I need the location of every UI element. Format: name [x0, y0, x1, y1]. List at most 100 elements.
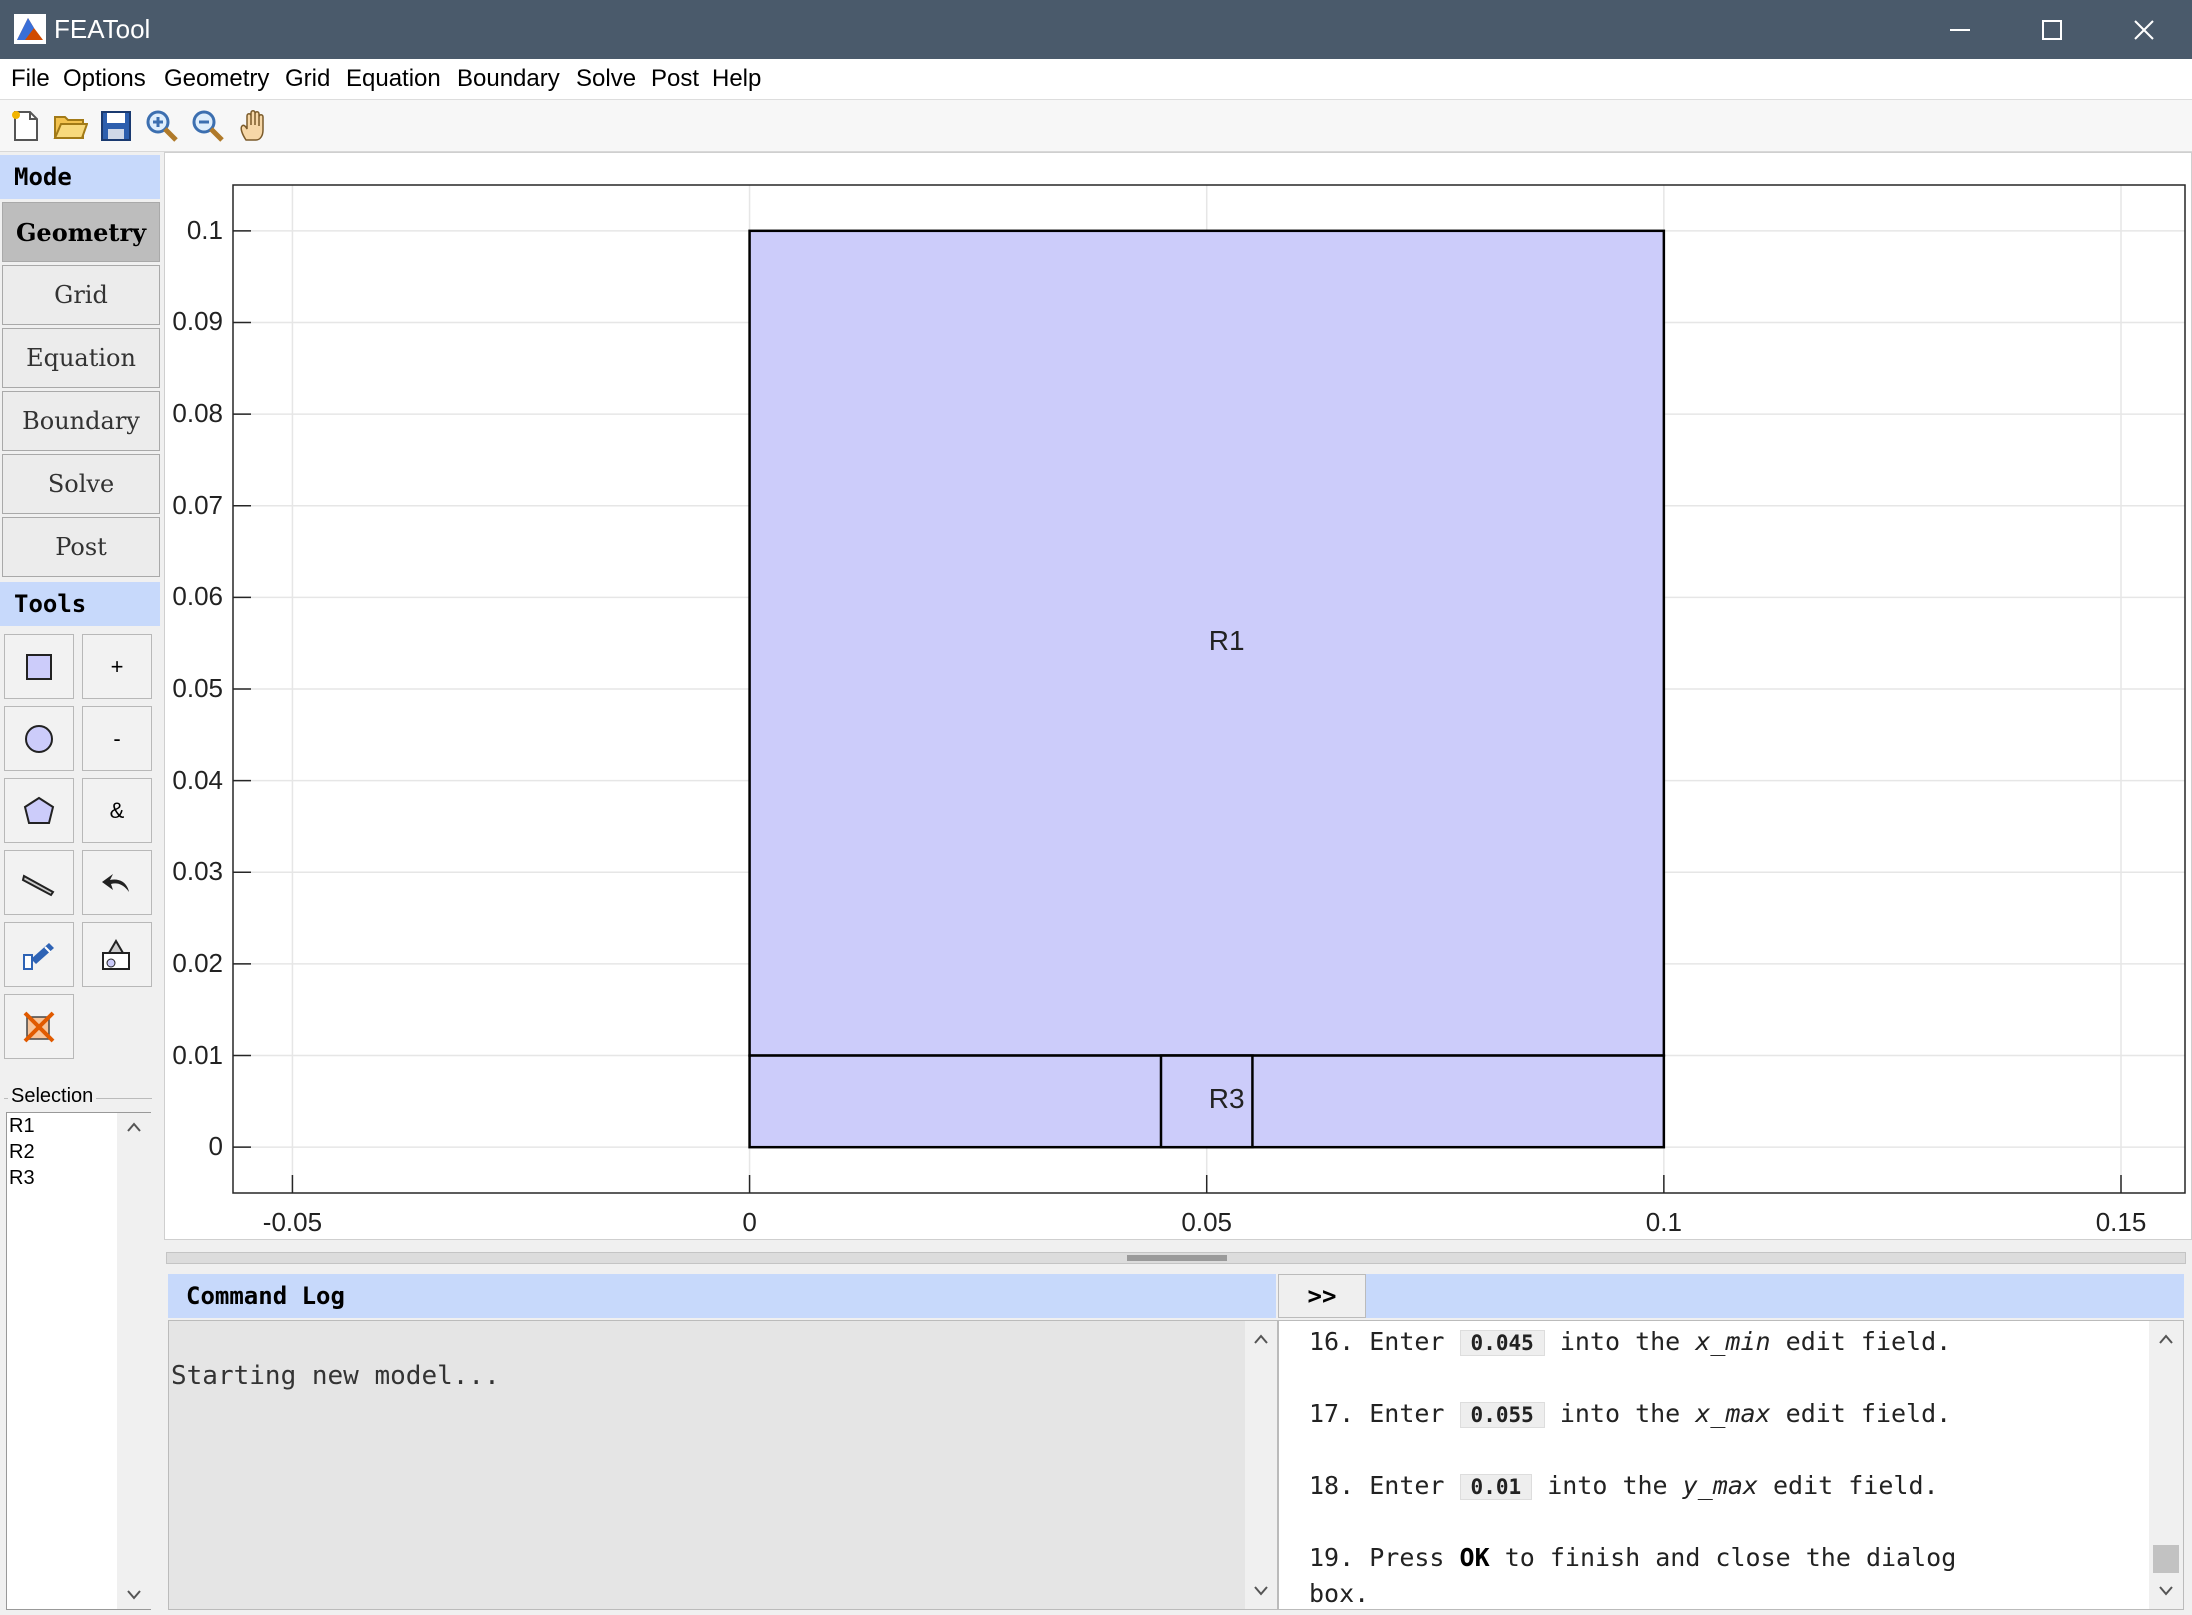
- geometry-plot[interactable]: [165, 153, 2191, 1239]
- mode-equation-button[interactable]: Equation: [2, 328, 160, 388]
- y-tick-label: 0.09: [172, 306, 223, 337]
- close-button[interactable]: [2098, 0, 2190, 59]
- mode-solve-button[interactable]: Solve: [2, 454, 160, 514]
- selection-item-r2[interactable]: R2: [9, 1139, 35, 1165]
- step-text: Enter: [1369, 1327, 1445, 1356]
- geometry-rect-r1[interactable]: [748, 229, 1666, 1057]
- pan-hand-icon[interactable]: [236, 108, 272, 144]
- delete-tool-button[interactable]: [4, 994, 74, 1059]
- menu-boundary[interactable]: Boundary: [455, 65, 562, 93]
- y-tick-label: 0: [208, 1131, 223, 1162]
- shape-label-r3: R3: [1208, 1083, 1245, 1115]
- polygon-tool-button[interactable]: [4, 778, 74, 843]
- mode-post-button[interactable]: Post: [2, 517, 160, 577]
- circle-tool-button[interactable]: [4, 706, 74, 771]
- tutorial-step-18: 18. Enter 0.01 into the y_max edit field…: [1309, 1471, 1939, 1500]
- step-value: 0.01: [1459, 1474, 1533, 1500]
- scroll-down-icon[interactable]: [2158, 1585, 2174, 1597]
- open-folder-icon[interactable]: [52, 108, 88, 144]
- mode-grid-button[interactable]: Grid: [2, 265, 160, 325]
- splitter-handle[interactable]: [1127, 1255, 1227, 1261]
- zoom-in-icon[interactable]: [144, 108, 180, 144]
- mode-boundary-button[interactable]: Boundary: [2, 391, 160, 451]
- selection-item-r3[interactable]: R3: [9, 1165, 35, 1191]
- maximize-button[interactable]: [2006, 0, 2098, 59]
- new-file-icon[interactable]: [8, 108, 44, 144]
- y-tick-label: 0.1: [186, 214, 223, 245]
- selection-item-r1[interactable]: R1: [9, 1113, 35, 1139]
- step-number: 17.: [1309, 1399, 1355, 1428]
- menu-grid[interactable]: Grid: [283, 65, 332, 93]
- expand-help-button[interactable]: >>: [1278, 1274, 1366, 1318]
- save-icon[interactable]: [98, 108, 134, 144]
- subtract-tool-button[interactable]: -: [82, 706, 152, 771]
- help-scrollbar[interactable]: [2149, 1321, 2183, 1609]
- mode-geometry-button[interactable]: Geometry: [2, 202, 160, 262]
- menu-solve[interactable]: Solve: [574, 65, 638, 93]
- command-log-line: Starting new model...: [171, 1361, 500, 1391]
- maximize-icon: [2042, 19, 2062, 40]
- step-number: 19.: [1309, 1543, 1355, 1572]
- geometry-shapes[interactable]: [748, 229, 1666, 1149]
- tutorial-step-19: 19. Press OK to finish and close the dia…: [1309, 1543, 1956, 1572]
- line-icon: [21, 873, 55, 896]
- circle-icon: [25, 724, 53, 753]
- scroll-up-icon[interactable]: [2158, 1333, 2174, 1345]
- y-tick-label: 0.01: [172, 1039, 223, 1070]
- menu-file[interactable]: File: [9, 65, 52, 93]
- line-tool-button[interactable]: [4, 850, 74, 915]
- edit-icon: [23, 942, 54, 970]
- menu-equation[interactable]: Equation: [344, 65, 443, 93]
- scroll-up-icon[interactable]: [1253, 1333, 1269, 1345]
- rectangle-tool-button[interactable]: [4, 634, 74, 699]
- union-tool-button[interactable]: +: [82, 634, 152, 699]
- delete-icon: [23, 1011, 55, 1042]
- step-variable: x_min: [1695, 1327, 1771, 1356]
- x-tick-label: 0.1: [1645, 1207, 1682, 1237]
- step-text: edit field.: [1785, 1399, 1952, 1428]
- mode-header: Mode: [0, 155, 160, 199]
- title-bar: FEATool: [0, 0, 2192, 59]
- menu-options[interactable]: Options: [61, 65, 148, 93]
- y-tick-label: 0.05: [172, 673, 223, 703]
- scroll-thumb[interactable]: [2153, 1545, 2179, 1573]
- zoom-out-icon[interactable]: [190, 108, 226, 144]
- step-value: 0.045: [1459, 1330, 1545, 1356]
- step-value: 0.055: [1459, 1402, 1545, 1428]
- y-tick-label: 0.06: [172, 581, 223, 612]
- tutorial-help-panel[interactable]: 16. Enter 0.045 into the x_min edit fiel…: [1278, 1320, 2184, 1610]
- minimize-button[interactable]: [1914, 0, 2006, 59]
- step-text: into the: [1547, 1471, 1668, 1500]
- y-tick-label: 0.07: [172, 489, 223, 520]
- step-key: OK: [1459, 1543, 1490, 1572]
- plot-panel[interactable]: 0.1 0.09 0.08 0.07 0.06 0.05 0.04 0.03 0…: [164, 152, 2192, 1240]
- window-title: FEATool: [54, 14, 151, 44]
- featool-app-icon: [14, 14, 46, 44]
- step-text: edit field.: [1773, 1471, 1939, 1500]
- undo-tool-button[interactable]: [82, 850, 152, 915]
- scroll-up-icon[interactable]: [126, 1121, 142, 1133]
- undo-icon: [102, 873, 129, 892]
- step-text: Press: [1369, 1543, 1445, 1572]
- selection-scrollbar[interactable]: [117, 1113, 151, 1609]
- step-number: 16.: [1309, 1327, 1355, 1356]
- tutorial-step-16: 16. Enter 0.045 into the x_min edit fiel…: [1309, 1327, 1951, 1356]
- step-variable: x_max: [1695, 1399, 1771, 1428]
- y-tick-label: 0.02: [172, 947, 223, 978]
- scroll-down-icon[interactable]: [1253, 1585, 1269, 1597]
- intersect-tool-button[interactable]: &: [82, 778, 152, 843]
- menu-help[interactable]: Help: [710, 65, 763, 93]
- step-text: into the: [1559, 1327, 1681, 1356]
- command-log-panel[interactable]: Starting new model...: [168, 1320, 1278, 1610]
- tutorial-step-17: 17. Enter 0.055 into the x_max edit fiel…: [1309, 1399, 1951, 1428]
- edit-tool-button[interactable]: [4, 922, 74, 987]
- tutorial-step-19-cont: box.: [1309, 1579, 1370, 1608]
- selection-list[interactable]: R1 R2 R3: [6, 1112, 151, 1610]
- command-log-scrollbar[interactable]: [1245, 1321, 1277, 1609]
- scroll-down-icon[interactable]: [126, 1589, 142, 1601]
- panel-splitter[interactable]: [166, 1252, 2186, 1264]
- menu-geometry[interactable]: Geometry: [162, 65, 271, 93]
- y-tick-label: 0.03: [172, 856, 223, 887]
- transform-tool-button[interactable]: [82, 922, 152, 987]
- menu-post[interactable]: Post: [649, 65, 701, 93]
